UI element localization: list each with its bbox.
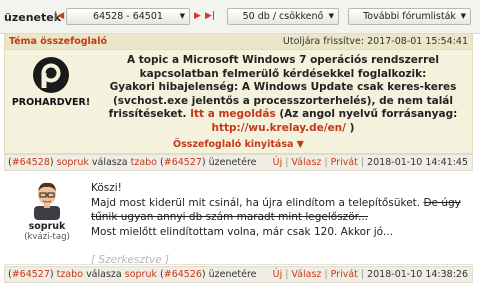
chevron-down-icon: ▼: [460, 12, 466, 20]
post-line: Majd most kiderül mit csinál, ha újra el…: [91, 196, 473, 225]
range-select-value: 64528 - 64501: [93, 11, 163, 22]
user-role: (kvázi-tag): [24, 232, 70, 242]
post-datetime: 2018-01-10 14:41:45: [367, 157, 468, 168]
expand-summary-button[interactable]: Összefoglaló kinyitása ▼: [5, 139, 472, 150]
reply-to-link[interactable]: tzabo: [131, 157, 157, 168]
reply-to-link[interactable]: sopruk: [125, 269, 157, 280]
reply-button[interactable]: Válasz: [291, 157, 321, 168]
private-button[interactable]: Privát: [331, 157, 358, 168]
author-link[interactable]: sopruk: [57, 157, 89, 168]
summary-close-paren: ): [349, 121, 355, 134]
message-word: üzenetére: [208, 157, 257, 168]
reply-button[interactable]: Válasz: [291, 269, 321, 280]
post-text: Majd most kiderül mit csinál, ha újra el…: [91, 196, 421, 209]
post-line: Most mielőtt elindítottam volna, már csa…: [91, 225, 393, 238]
post-line: Köszi!: [91, 182, 122, 194]
logo-text: PROHARDVER!: [11, 97, 91, 108]
post-number-link[interactable]: #64527: [12, 269, 50, 280]
source-url-link[interactable]: http://wu.krelay.de/en/: [212, 122, 346, 134]
post-actions: Új | Válasz | Privát | 2018-01-10 14:41:45: [272, 157, 468, 168]
per-page-select[interactable]: 50 db / csökkenő ▼: [227, 8, 339, 25]
summary-line-2: Gyakori hibajelenség: A Windows Update c…: [95, 81, 471, 135]
per-page-value: 50 db / csökkenő: [242, 11, 324, 22]
post-divider: [4, 264, 473, 265]
chevron-down-icon: ▼: [328, 12, 334, 20]
summary-header: Téma összefoglaló Utoljára frissítve: 20…: [5, 34, 472, 50]
summary-updated: Utoljára frissítve: 2017-08-01 15:54:41: [282, 36, 468, 47]
reply-number-link[interactable]: #64526: [164, 269, 202, 280]
post-actions: Új | Válasz | Privát | 2018-01-10 14:38:26: [272, 269, 468, 280]
next-page-icon[interactable]: ▶: [194, 11, 201, 22]
summary-body: A topic a Microsoft Windows 7 operációs …: [95, 54, 471, 135]
prohardver-logo-icon: [33, 57, 69, 93]
post-header: (#64527) tzabo válasza sopruk (#64526) ü…: [4, 266, 473, 283]
post-meta: (#64527) tzabo válasza sopruk (#64526) ü…: [8, 269, 257, 280]
user-avatar-icon[interactable]: [30, 180, 64, 220]
last-page-icon[interactable]: ▶|: [205, 11, 215, 22]
chevron-down-icon: ▼: [179, 12, 185, 20]
topic-summary: Téma összefoglaló Utoljára frissítve: 20…: [4, 33, 473, 154]
solution-link[interactable]: Itt a megoldás: [190, 108, 276, 120]
author-link[interactable]: tzabo: [57, 269, 83, 280]
new-button[interactable]: Új: [273, 269, 283, 280]
private-button[interactable]: Privát: [331, 269, 358, 280]
post-header: (#64528) sopruk válasza tzabo (#64527) ü…: [4, 154, 473, 171]
more-forum-lists-button[interactable]: További fórumlisták ▼: [348, 8, 471, 25]
summary-source-text: (Az angol nyelvű forrásanyag:: [279, 108, 458, 120]
summary-title: Téma összefoglaló: [9, 36, 107, 47]
message-word: üzenetére: [208, 269, 257, 280]
username[interactable]: sopruk: [4, 221, 90, 232]
range-select[interactable]: 64528 - 64501 ▼: [66, 8, 190, 25]
post-number-link[interactable]: #64528: [12, 157, 50, 168]
reply-number-link[interactable]: #64527: [164, 157, 202, 168]
post-meta: (#64528) sopruk válasza tzabo (#64527) ü…: [8, 157, 257, 168]
post-content: Köszi! Majd most kiderül mit csinál, ha …: [91, 181, 473, 268]
more-forum-lists-label: További fórumlisták: [363, 11, 456, 22]
nav-title: üzenetek: [4, 11, 62, 24]
forum-nav-bar: üzenetek |◀ 64528 - 64501 ▼ ▶ ▶| 50 db /…: [0, 0, 480, 34]
reply-word: válasza: [86, 269, 122, 280]
reply-word: válasza: [91, 157, 128, 168]
first-page-icon[interactable]: |◀: [54, 11, 64, 22]
new-button[interactable]: Új: [273, 157, 283, 168]
post-datetime: 2018-01-10 14:38:26: [367, 269, 468, 280]
summary-line-1: A topic a Microsoft Windows 7 operációs …: [127, 54, 439, 80]
